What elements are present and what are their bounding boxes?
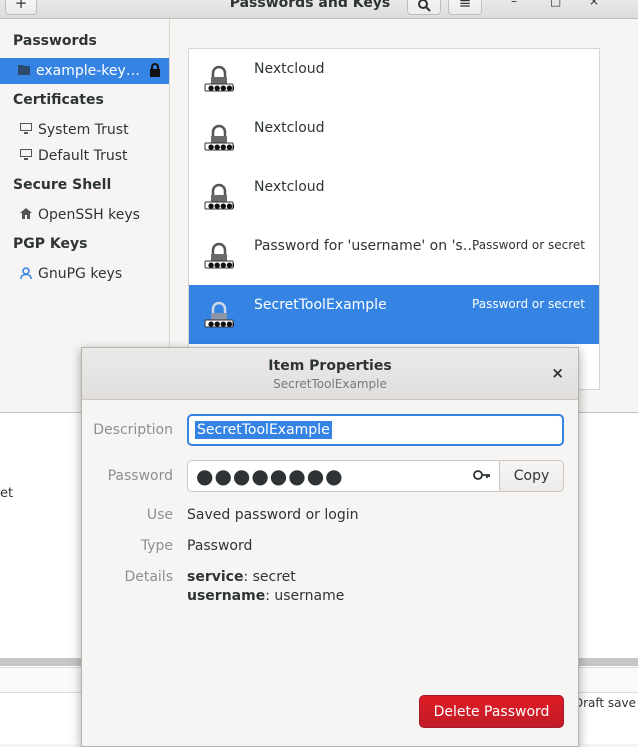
svg-text:●●●●●●●: ●●●●●●● [208, 202, 234, 210]
sidebar-item-label: Default Trust [38, 148, 128, 164]
password-label: Password [107, 468, 173, 484]
maximize-icon: □ [550, 0, 562, 8]
close-icon: × [551, 364, 564, 382]
sidebar-item-system-trust[interactable]: System Trust [0, 117, 169, 143]
sidebar-item-default-trust[interactable]: Default Trust [0, 143, 169, 169]
sidebar-item-label: example-key… [36, 63, 140, 79]
lock-icon[interactable] [149, 63, 161, 77]
svg-text:●●●●●●●: ●●●●●●● [208, 143, 234, 151]
item-name: Nextcloud [254, 179, 325, 195]
use-label: Use [146, 507, 173, 523]
item-name: Nextcloud [254, 120, 325, 136]
svg-text:●●●●●●●: ●●●●●●● [208, 84, 234, 92]
description-field[interactable]: SecretToolExample [187, 414, 564, 446]
hamburger-icon: ≡ [458, 0, 472, 12]
section-heading-secure-shell: Secure Shell [13, 177, 112, 193]
password-keyring-icon: ●●●●●●● [204, 301, 234, 328]
details-key: service [187, 569, 244, 585]
svg-text:●●●●●●●: ●●●●●●● [208, 261, 234, 269]
close-button[interactable]: × [589, 0, 599, 8]
list-item[interactable]: ●●●●●●● Password for 'username' on 's… P… [189, 226, 599, 285]
password-keyring-icon: ●●●●●●● [204, 183, 234, 210]
close-icon: × [589, 0, 600, 8]
dialog-title: Item Properties [268, 358, 392, 374]
item-kind: Password or secret [472, 238, 585, 252]
dialog-subtitle: SecretToolExample [273, 377, 387, 391]
type-value: Password [187, 538, 253, 554]
dialog-close-button[interactable]: × [551, 364, 564, 382]
sidebar-item-example-keyring[interactable]: example-key… [0, 58, 169, 84]
minimize-icon: – [511, 0, 517, 8]
type-label: Type [140, 538, 173, 554]
person-icon [20, 266, 36, 282]
details-key: username [187, 588, 266, 604]
password-keyring-icon: ●●●●●●● [204, 65, 234, 92]
home-icon [20, 208, 36, 222]
item-name: SecretToolExample [254, 297, 387, 313]
password-value: ●●●●●●●● [196, 464, 344, 488]
details-value: : username [265, 588, 345, 604]
background-text-fragment: et [0, 486, 14, 501]
sidebar-item-label: GnuPG keys [38, 266, 123, 282]
password-keyring-icon: ●●●●●●● [204, 242, 234, 269]
details-username: username: username [187, 588, 344, 604]
section-heading-pgp-keys: PGP Keys [13, 236, 88, 252]
folder-icon [18, 64, 34, 78]
maximize-button[interactable]: □ [550, 0, 561, 8]
main-menu-button[interactable]: ≡ [448, 0, 482, 15]
secret-list: ●●●●●●● Nextcloud ●●●●●●● Nextcloud ●●●●… [188, 48, 600, 390]
minimize-button[interactable]: – [511, 0, 517, 8]
key-icon[interactable] [473, 468, 491, 482]
details-service: service: secret [187, 569, 296, 585]
list-item-selected[interactable]: ●●●●●●● SecretToolExample Password or se… [189, 285, 599, 344]
computer-icon [20, 123, 36, 137]
section-heading-passwords: Passwords [13, 33, 97, 49]
copy-button[interactable]: Copy [499, 460, 564, 492]
item-name: Nextcloud [254, 61, 325, 77]
item-properties-dialog: Item Properties SecretToolExample × Desc… [81, 347, 579, 747]
list-item[interactable]: ●●●●●●● Nextcloud [189, 108, 599, 167]
computer-icon [20, 149, 36, 163]
svg-text:●●●●●●●: ●●●●●●● [208, 320, 234, 328]
use-value: Saved password or login [187, 507, 359, 523]
password-field[interactable]: ●●●●●●●● [187, 460, 500, 492]
search-icon [418, 0, 431, 12]
list-item[interactable]: ●●●●●●● Nextcloud [189, 49, 599, 108]
header-bar: + Passwords and Keys ≡ – □ × [0, 0, 638, 19]
add-button[interactable]: + [5, 0, 37, 15]
window-title: Passwords and Keys [229, 0, 391, 11]
sidebar-item-openssh-keys[interactable]: OpenSSH keys [0, 202, 169, 228]
item-name: Password for 'username' on 's… [254, 238, 477, 254]
draft-status-text: Draft save [573, 696, 636, 710]
details-label: Details [124, 569, 173, 585]
section-heading-certificates: Certificates [13, 92, 104, 108]
plus-icon: + [14, 0, 28, 12]
sidebar-item-gnupg-keys[interactable]: GnuPG keys [0, 261, 169, 287]
delete-password-button[interactable]: Delete Password [419, 695, 564, 728]
sidebar-item-label: System Trust [38, 122, 129, 138]
list-item[interactable]: ●●●●●●● Nextcloud [189, 167, 599, 226]
details-value: : secret [243, 569, 296, 585]
sidebar-item-label: OpenSSH keys [38, 207, 140, 223]
password-keyring-icon: ●●●●●●● [204, 124, 234, 151]
description-label: Description [93, 422, 173, 438]
description-value: SecretToolExample [195, 421, 332, 439]
search-button[interactable] [407, 0, 441, 15]
dialog-header: Item Properties SecretToolExample × [82, 348, 578, 400]
item-kind: Password or secret [472, 297, 585, 311]
